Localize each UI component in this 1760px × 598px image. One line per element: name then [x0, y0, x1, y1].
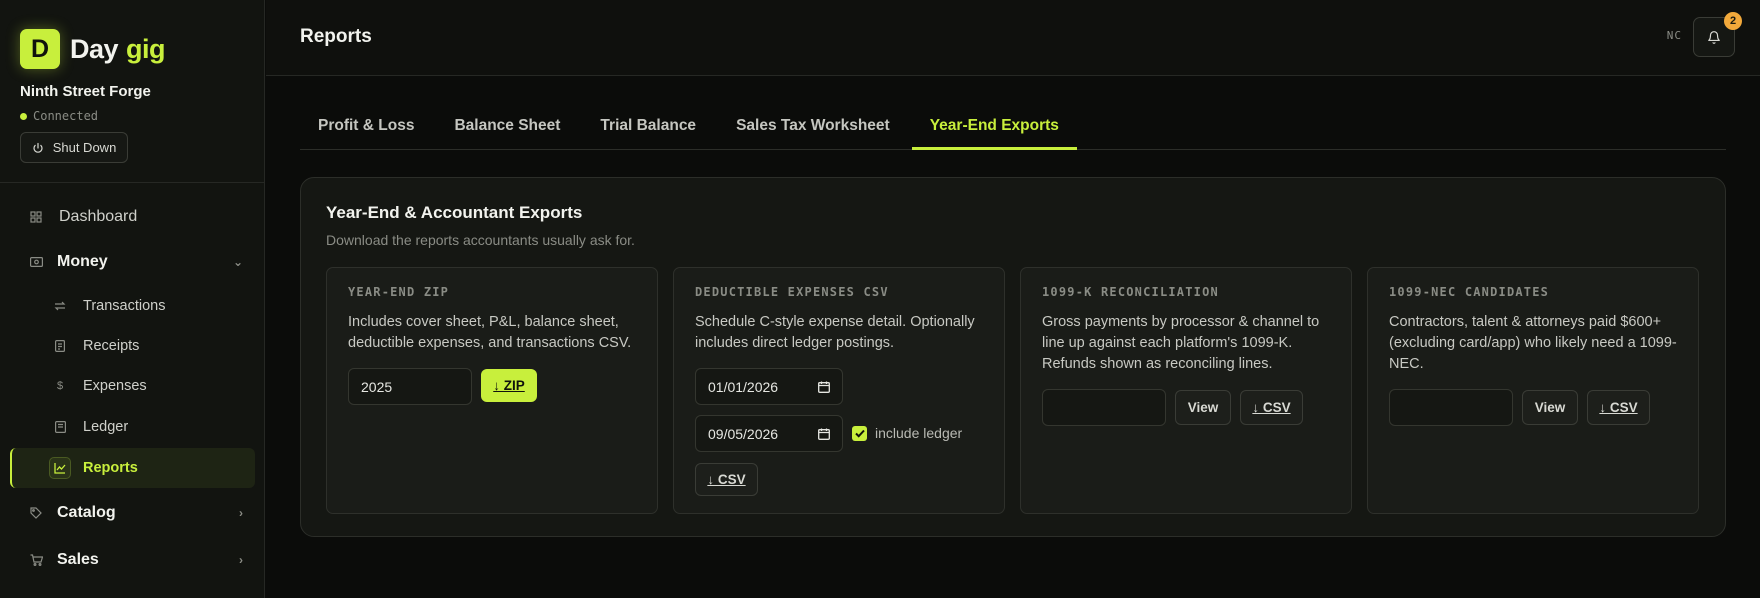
brand-name: Day gig: [70, 33, 166, 65]
card-description: Schedule C-style expense detail. Optiona…: [695, 314, 975, 351]
card-label: 1099-K RECONCILIATION: [1042, 285, 1219, 299]
tag-icon: [29, 506, 43, 520]
chevron-down-icon: ⌄: [232, 255, 243, 269]
sidebar-item-money[interactable]: Money ⌄: [0, 242, 265, 282]
download-csv-label: ↓ CSV: [707, 472, 746, 487]
bell-icon: [1708, 30, 1720, 44]
panel-description: Download the reports accountants usually…: [326, 232, 635, 248]
year-input-value: 2025: [361, 378, 393, 395]
shutdown-button[interactable]: Shut Down: [20, 132, 128, 163]
sidebar-item-expenses[interactable]: $ Expenses: [0, 368, 265, 404]
sidebar-item-transactions[interactable]: Transactions: [0, 288, 265, 324]
tab-profit-loss[interactable]: Profit & Loss: [300, 108, 432, 150]
card-label: YEAR-END ZIP: [348, 285, 450, 299]
receipt-icon: [53, 339, 67, 353]
connection-status-text: Connected: [33, 109, 99, 123]
year-input[interactable]: 2025: [348, 368, 472, 405]
brand-name-part2: gig: [126, 33, 166, 64]
year-end-zip-card: YEAR-END ZIP Includes cover sheet, P&L, …: [326, 267, 658, 514]
connection-status: Connected: [20, 109, 98, 123]
sidebar-item-ledger[interactable]: Ledger: [0, 409, 265, 445]
tab-trial-balance[interactable]: Trial Balance: [582, 108, 714, 150]
brand-logo: D: [20, 29, 60, 69]
top-header: Reports NC 2: [266, 0, 1760, 76]
start-date-value: 01/01/2026: [708, 378, 779, 395]
end-date-value: 09/05/2026: [708, 425, 779, 442]
chevron-right-icon: ›: [239, 506, 243, 520]
chart-icon: [49, 457, 71, 479]
tab-sales-tax-worksheet[interactable]: Sales Tax Worksheet: [718, 108, 908, 150]
include-ledger-checkbox[interactable]: [852, 425, 867, 441]
view-label: View: [1534, 400, 1566, 415]
dollar-icon: $: [56, 380, 64, 392]
shutdown-label: Shut Down: [52, 140, 117, 155]
calendar-icon: [818, 428, 830, 440]
cart-icon: [29, 553, 43, 567]
notification-count-badge: 2: [1724, 12, 1742, 30]
power-icon: [33, 142, 43, 153]
chevron-right-icon: ›: [239, 553, 243, 567]
sidebar-item-label: Money: [57, 253, 108, 270]
1099k-reconciliation-card: 1099-K RECONCILIATION Gross payments by …: [1020, 267, 1352, 514]
view-1099nec-button[interactable]: View: [1522, 390, 1578, 425]
sidebar-item-label: Expenses: [83, 378, 147, 394]
include-ledger-label: include ledger: [875, 425, 963, 441]
page-title: Reports: [300, 26, 372, 47]
panel-title: Year-End & Accountant Exports: [326, 203, 583, 222]
sidebar-item-label: Transactions: [83, 298, 166, 314]
sidebar-item-label: Ledger: [83, 419, 129, 435]
view-label: View: [1187, 400, 1219, 415]
year-end-exports-panel: Year-End & Accountant Exports Download t…: [300, 177, 1726, 537]
sidebar-item-sales[interactable]: Sales ›: [0, 540, 265, 580]
sidebar-item-label: Reports: [83, 460, 138, 476]
sidebar-item-label: Receipts: [83, 338, 140, 354]
card-label: DEDUCTIBLE EXPENSES CSV: [695, 285, 889, 299]
card-description: Includes cover sheet, P&L, balance sheet…: [348, 314, 632, 351]
tab-balance-sheet[interactable]: Balance Sheet: [436, 108, 578, 150]
sidebar-item-dashboard[interactable]: Dashboard: [0, 197, 265, 237]
view-1099k-button[interactable]: View: [1175, 390, 1231, 425]
user-initials[interactable]: NC: [1667, 29, 1682, 42]
download-zip-label: ↓ ZIP: [493, 378, 525, 393]
card-description: Gross payments by processor & channel to…: [1042, 314, 1320, 372]
brand-name-part1: Day: [70, 33, 119, 64]
sidebar-item-label: Sales: [57, 551, 99, 568]
download-csv-label: ↓ CSV: [1252, 400, 1291, 415]
sidebar-item-catalog[interactable]: Catalog ›: [0, 493, 265, 533]
cash-icon: [29, 255, 43, 269]
start-date-input[interactable]: 01/01/2026: [695, 368, 843, 405]
download-1099k-csv-button[interactable]: ↓ CSV: [1240, 390, 1303, 425]
1099nec-candidates-card: 1099-NEC CANDIDATES Contractors, talent …: [1367, 267, 1699, 514]
end-date-input[interactable]: 09/05/2026: [695, 415, 843, 452]
calendar-icon: [818, 381, 830, 393]
download-csv-label: ↓ CSV: [1599, 400, 1638, 415]
notifications-button[interactable]: 2: [1693, 12, 1742, 57]
sidebar-item-label: Catalog: [57, 504, 116, 521]
sidebar-divider: [0, 182, 265, 183]
download-1099nec-csv-button[interactable]: ↓ CSV: [1587, 390, 1650, 425]
card-description: Contractors, talent & attorneys paid $60…: [1389, 314, 1677, 372]
workspace-name: Ninth Street Forge: [20, 83, 151, 100]
sidebar: D Day gig Ninth Street Forge Connected Sh…: [0, 0, 265, 598]
sidebar-item-reports[interactable]: Reports: [10, 448, 255, 488]
include-ledger-row: include ledger: [852, 425, 962, 441]
sidebar-item-label: Dashboard: [59, 208, 138, 225]
sidebar-item-receipts[interactable]: Receipts: [0, 328, 265, 364]
download-zip-button[interactable]: ↓ ZIP: [481, 369, 537, 402]
book-icon: [53, 420, 67, 434]
arrows-swap-icon: [53, 299, 67, 313]
1099nec-year-input[interactable]: [1389, 389, 1513, 426]
deductible-expenses-card: DEDUCTIBLE EXPENSES CSV Schedule C-style…: [673, 267, 1005, 514]
1099k-year-input[interactable]: [1042, 389, 1166, 426]
tab-year-end-exports[interactable]: Year-End Exports: [911, 108, 1077, 150]
brand[interactable]: D Day gig: [20, 29, 166, 69]
report-tabs: Profit & Loss Balance Sheet Trial Balanc…: [300, 108, 1726, 150]
checkmark-icon: [854, 429, 865, 438]
status-dot-icon: [20, 112, 27, 120]
download-deductible-csv-button[interactable]: ↓ CSV: [695, 463, 758, 496]
grid-icon: [29, 210, 43, 224]
card-label: 1099-NEC CANDIDATES: [1389, 285, 1550, 299]
